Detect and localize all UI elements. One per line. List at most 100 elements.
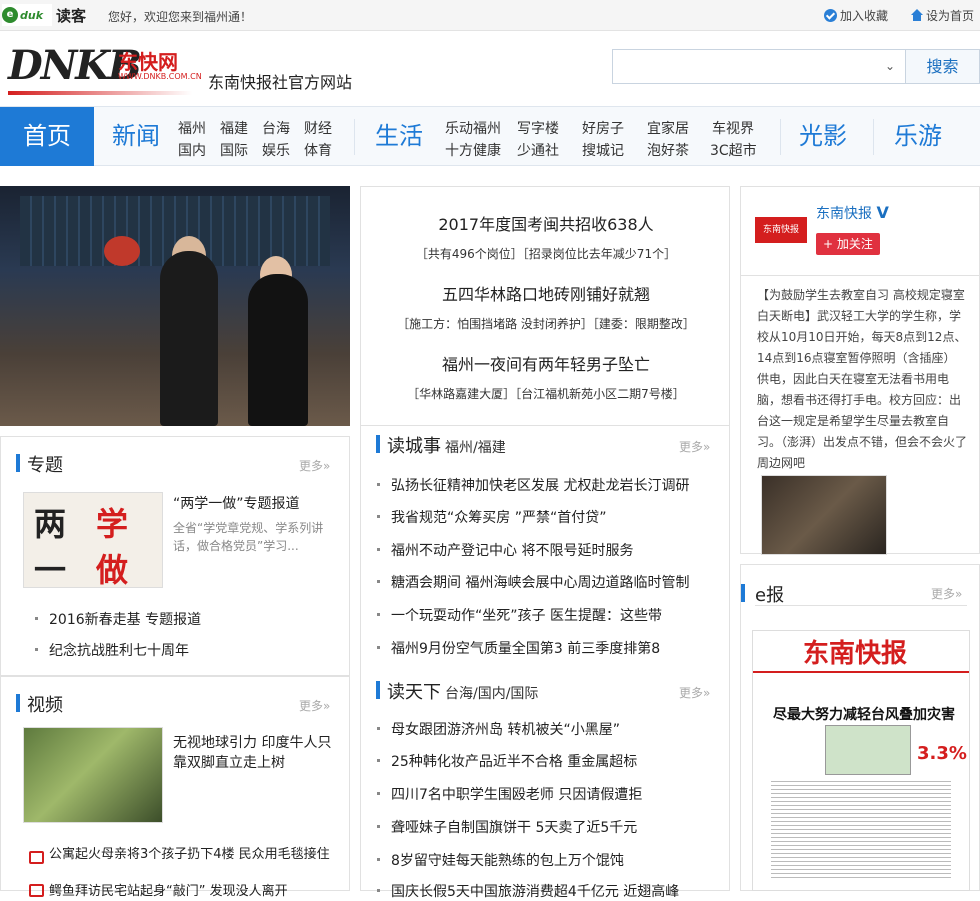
video-item[interactable]: 鳄鱼拜访民宅站起身“敲门” 发现没人离开 — [29, 880, 339, 899]
nav-news[interactable]: 新闻 — [112, 107, 160, 166]
nav-news-domestic[interactable]: 国内 — [178, 140, 206, 160]
divider — [741, 275, 979, 276]
nav-life[interactable]: 生活 — [375, 107, 423, 166]
headline-sub[interactable]: ［共有496个岗位］［招录岗位比去年减少71个］ — [361, 245, 731, 262]
dutianxia-item[interactable]: 25种韩化妆产品近半不合格 重金属超标 — [376, 751, 637, 771]
video-feature-image[interactable] — [23, 727, 163, 823]
duke-logo-mark: e duk — [2, 4, 52, 26]
photo-gong — [104, 236, 140, 266]
video-title: 视频 — [16, 691, 63, 717]
ducheng-more-link[interactable]: 更多» — [679, 438, 710, 455]
logo-underline — [8, 91, 192, 95]
search-button[interactable]: 搜索 — [905, 49, 980, 84]
follow-button[interactable]: + 加关注 — [816, 233, 880, 255]
ducheng-item[interactable]: 糖酒会期间 福州海峡会展中心周边道路临时管制 — [376, 572, 689, 592]
nav-news-ent[interactable]: 娱乐 — [262, 140, 290, 160]
weibo-account-name[interactable]: 东南快报 V — [816, 203, 889, 223]
headline-title[interactable]: 五四华林路口地砖刚铺好就翘 — [361, 281, 731, 305]
nav-life-sojourn[interactable]: 搜城记 — [582, 140, 624, 160]
more-label: 更多 — [299, 699, 324, 713]
dutianxia-more-link[interactable]: 更多» — [679, 684, 710, 701]
ducheng-item[interactable]: 一个玩耍动作“坐死”孩子 医生提醒：这些带 — [377, 605, 662, 625]
nav-news-fuzhou[interactable]: 福州 — [178, 118, 206, 138]
nav-life-youth[interactable]: 少通社 — [517, 140, 559, 160]
top-news-photo[interactable] — [0, 186, 350, 426]
feature-char: 学 — [96, 505, 129, 543]
ducheng-item[interactable]: 福州9月份空气质量全国第3 前三季度排第8 — [376, 638, 660, 658]
video-feature-title[interactable]: 无视地球引力 印度牛人只靠双脚直立走上树 — [173, 733, 333, 773]
video-item[interactable]: 公寓起火母亲将3个孩子扔下4楼 民众用毛毯接住 — [29, 847, 339, 864]
zhuanti-item[interactable]: 纪念抗战胜利七十周年 — [35, 640, 189, 660]
dutianxia-item[interactable]: 国庆长假5天中国旅游消费超4千亿元 近翅高峰 — [376, 881, 679, 901]
ducheng-item[interactable]: 弘扬长征精神加快老区发展 尤权赴龙岩长汀调研 — [376, 475, 689, 495]
weibo-post-text[interactable]: 【为鼓励学生去教室自习 高校规定寝室白天断电】武汉轻工大学的学生称，学校从10月… — [757, 285, 967, 474]
follow-label: 加关注 — [836, 237, 873, 251]
nav-news-finance[interactable]: 财经 — [304, 118, 332, 138]
zhuanti-panel: 专题 更多» 两 学 一 做 “两学一做”专题报道 全省“学党章党规、学系列讲话… — [0, 436, 350, 676]
headlines-box: 2017年度国考闽共招收638人 ［共有496个岗位］［招录岗位比去年减少71个… — [360, 186, 730, 426]
ducheng-item[interactable]: 福州不动产登记中心 将不限号延时服务 — [376, 540, 633, 560]
video-more-link[interactable]: 更多» — [299, 697, 330, 714]
nav-life-health[interactable]: 十方健康 — [445, 140, 501, 160]
welcome-text: 您好，欢迎您来到福州通！ — [108, 10, 253, 24]
epaper-rule — [753, 671, 969, 673]
headline-title[interactable]: 2017年度国考闽共招收638人 — [361, 211, 731, 235]
nav-travel[interactable]: 乐游 — [894, 107, 942, 166]
photo-person — [248, 274, 308, 426]
more-label: 更多 — [299, 459, 324, 473]
weibo-avatar[interactable]: 东南快报 — [755, 217, 807, 243]
ducheng-title: 读城事 福州/福建 — [376, 432, 506, 458]
photo-person — [160, 251, 218, 426]
video-panel: 视频 更多» 无视地球引力 印度牛人只靠双脚直立走上树 公寓起火母亲将3个孩子扔… — [0, 676, 350, 899]
add-favorite-label: 加入收藏 — [840, 9, 889, 23]
dutianxia-title-label: 读天下 — [387, 682, 441, 703]
nav-life-3c[interactable]: 3C超市 — [710, 140, 757, 160]
nav-life-tea[interactable]: 泡好茶 — [647, 140, 689, 160]
nav-divider — [780, 119, 781, 155]
dutianxia-title: 读天下 台海/国内/国际 — [376, 678, 538, 704]
site-slogan: 东南快报社官方网站 — [208, 73, 353, 92]
epaper-map — [825, 725, 911, 775]
zhuanti-feature-desc: 全省“学党章党规、学系列讲话，做合格党员”学习... — [173, 521, 324, 553]
search-input[interactable]: ⌄ — [612, 49, 906, 84]
dutianxia-item[interactable]: 聋哑妹子自制国旗饼干 5天卖了近5千元 — [376, 817, 637, 837]
nav-divider — [354, 119, 355, 155]
duke-logo[interactable]: e duk 读客 — [2, 4, 96, 26]
nav-life-house[interactable]: 好房子 — [582, 118, 624, 138]
dutianxia-item[interactable]: 四川7名中职学生围殴老师 只因请假遭拒 — [376, 784, 642, 804]
nav-news-fujian[interactable]: 福建 — [220, 118, 248, 138]
headline-sub[interactable]: ［施工方：怕围挡堵路 没封闭养护］［建委：限期整改］ — [361, 315, 731, 332]
nav-news-sports[interactable]: 体育 — [304, 140, 332, 160]
nav-film[interactable]: 光影 — [799, 107, 847, 166]
zhuanti-feature-title[interactable]: “两学一做”专题报道 — [173, 493, 300, 513]
dutianxia-sub[interactable]: 台海/国内/国际 — [445, 686, 538, 702]
site-header: DNKB 东快网 WWW.DNKB.COM.CN 东南快报社官方网站 ⌄ 搜索 — [0, 32, 980, 106]
ducheng-item[interactable]: 我省规范“众筹买房 ”严禁“首付贷” — [376, 507, 606, 527]
ebao-more-link[interactable]: 更多» — [931, 585, 962, 602]
top-bar: e duk 读客 您好，欢迎您来到福州通！ 加入收藏 设为首页 — [0, 0, 980, 31]
dnkb-logo[interactable]: DNKB 东快网 WWW.DNKB.COM.CN — [8, 44, 202, 98]
nav-news-taihai[interactable]: 台海 — [262, 118, 290, 138]
nav-home[interactable]: 首页 — [0, 107, 94, 166]
set-home-link[interactable]: 设为首页 — [910, 7, 974, 24]
headline-sub[interactable]: ［华林路嘉建大厦］［台江福机新苑小区二期7号楼］ — [361, 385, 731, 402]
epaper-thumbnail[interactable]: 东南快报 尽最大努力减轻台风叠加灾害 3.3% — [752, 630, 970, 891]
more-label: 更多 — [679, 440, 704, 454]
add-favorite-link[interactable]: 加入收藏 — [824, 7, 888, 24]
nav-life-ledong[interactable]: 乐动福州 — [445, 118, 501, 138]
nav-news-intl[interactable]: 国际 — [220, 140, 248, 160]
zhuanti-more-link[interactable]: 更多» — [299, 457, 330, 474]
dutianxia-item[interactable]: 母女跟团游济州岛 转机被关“小黑屋” — [377, 719, 620, 739]
dutianxia-item[interactable]: 8岁留守娃每天能熟练的包上万个馄饨 — [377, 850, 624, 870]
nav-life-office[interactable]: 写字楼 — [517, 118, 559, 138]
zhuanti-title: 专题 — [16, 451, 63, 477]
nav-life-car[interactable]: 车视界 — [712, 118, 754, 138]
more-label: 更多 — [931, 587, 956, 601]
ducheng-sub[interactable]: 福州/福建 — [445, 440, 506, 456]
zhuanti-item[interactable]: 2016新春走基 专题报道 — [34, 609, 201, 629]
chevron-down-icon[interactable]: ⌄ — [885, 59, 895, 73]
nav-life-home[interactable]: 宜家居 — [647, 118, 689, 138]
zhuanti-feature-image[interactable]: 两 学 一 做 — [23, 492, 163, 589]
headline-title[interactable]: 福州一夜间有两年轻男子坠亡 — [361, 351, 731, 375]
weibo-post-image[interactable] — [761, 475, 887, 555]
